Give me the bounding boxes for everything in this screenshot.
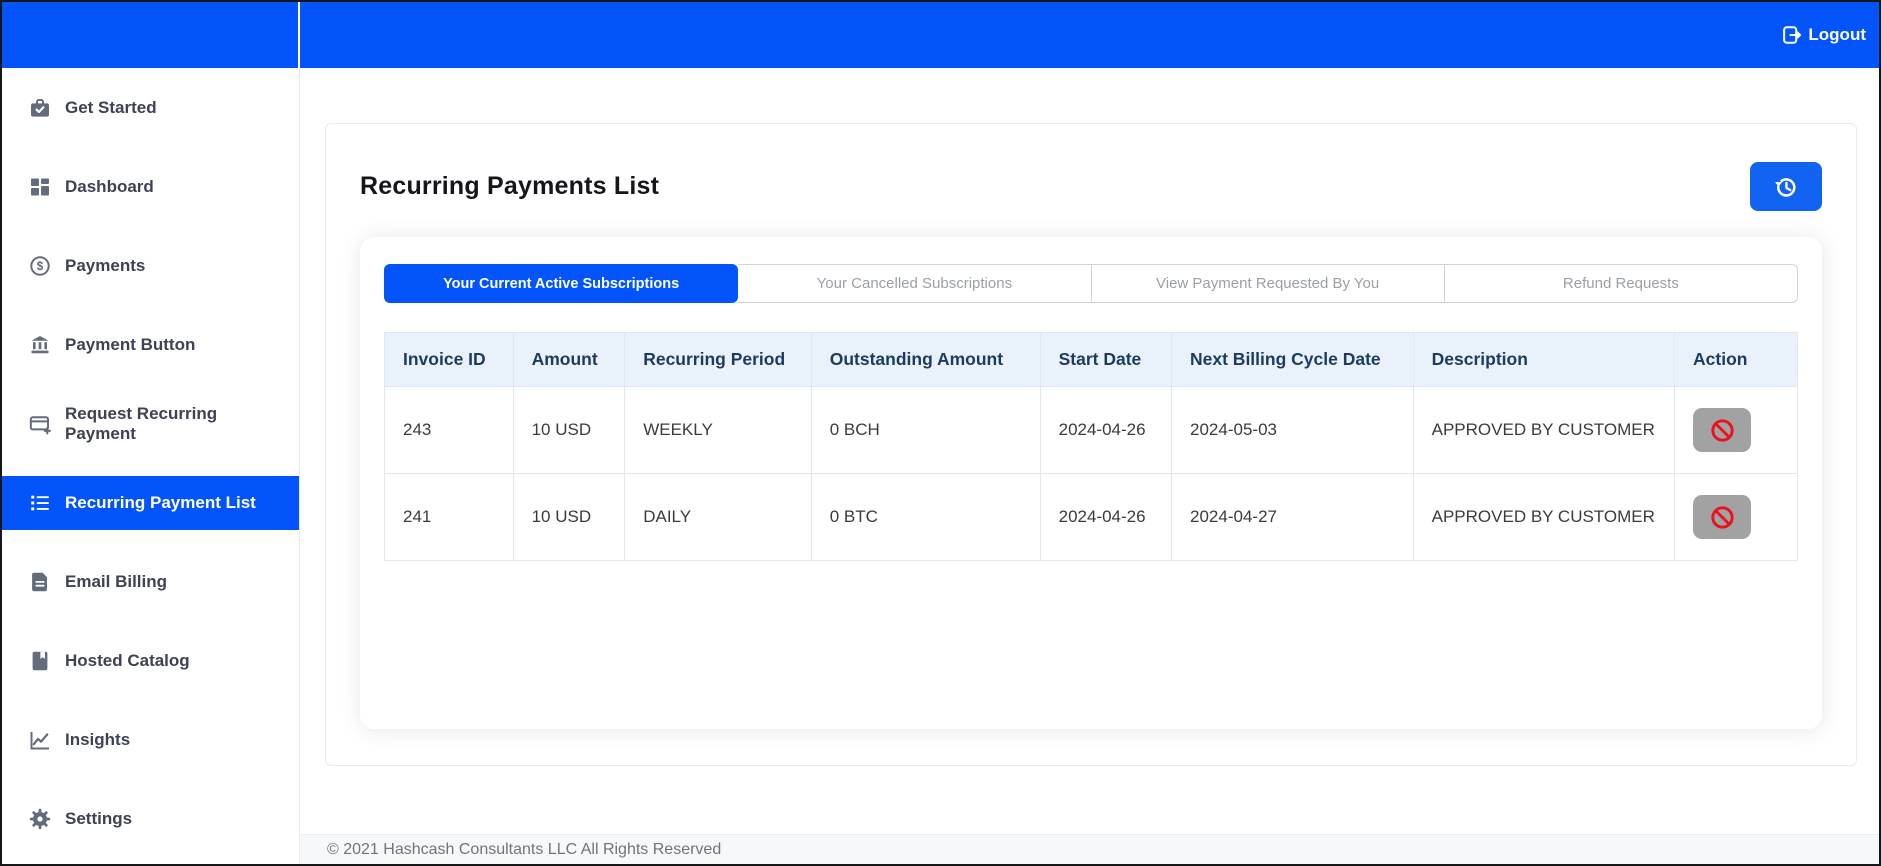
- col-recurring-period: Recurring Period: [624, 332, 812, 387]
- sidebar-item-email-billing[interactable]: Email Billing: [2, 542, 299, 621]
- sidebar-item-label: Hosted Catalog: [65, 650, 190, 670]
- logout-label: Logout: [1808, 25, 1866, 44]
- cell-amount: 10 USD: [512, 473, 626, 561]
- tab-view-payment-requested[interactable]: View Payment Requested By You: [1091, 264, 1445, 303]
- col-description: Description: [1412, 332, 1676, 387]
- sidebar-item-label: Get Started: [65, 97, 157, 117]
- cell-start-date: 2024-04-26: [1039, 473, 1173, 561]
- app-window: Logout Get Started Dashboard $ Payments …: [0, 0, 1881, 866]
- book-icon: [28, 649, 52, 673]
- cell-start-date: 2024-04-26: [1039, 386, 1173, 474]
- table-row: 241 10 USD DAILY 0 BTC 2024-04-26 2024-0…: [384, 473, 1798, 561]
- sidebar-item-settings[interactable]: Settings: [2, 779, 299, 858]
- content-panel: Recurring Payments List Your Current Act…: [325, 123, 1857, 766]
- sidebar-item-label: Payments: [65, 255, 146, 275]
- sidebar-item-recurring-payment-list[interactable]: Recurring Payment List: [2, 463, 299, 542]
- col-amount: Amount: [512, 332, 626, 387]
- sidebar-item-request-recurring-payment[interactable]: Request Recurring Payment: [2, 384, 299, 463]
- cancel-subscription-button[interactable]: [1693, 408, 1752, 452]
- gear-icon: [28, 807, 52, 831]
- sidebar-item-label: Payment Button: [65, 334, 196, 354]
- refresh-button[interactable]: [1750, 162, 1822, 211]
- col-start-date: Start Date: [1039, 332, 1173, 387]
- briefcase-check-icon: [28, 96, 52, 120]
- sidebar-item-label: Settings: [65, 808, 133, 828]
- grid-icon: [28, 175, 52, 199]
- cancel-subscription-button[interactable]: [1693, 495, 1752, 539]
- table-row: 243 10 USD WEEKLY 0 BCH 2024-04-26 2024-…: [384, 386, 1798, 474]
- page-title: Recurring Payments List: [360, 172, 660, 200]
- bullet-list-icon: [28, 491, 52, 515]
- subscription-tabs: Your Current Active Subscriptions Your C…: [384, 264, 1798, 303]
- cell-invoice-id: 241: [384, 473, 514, 561]
- subscriptions-card: Your Current Active Subscriptions Your C…: [360, 237, 1822, 729]
- col-invoice-id: Invoice ID: [384, 332, 514, 387]
- copyright-text: © 2021 Hashcash Consultants LLC All Righ…: [327, 840, 722, 858]
- col-outstanding-amount: Outstanding Amount: [810, 332, 1041, 387]
- sidebar-item-insights[interactable]: Insights: [2, 700, 299, 779]
- cell-description: APPROVED BY CUSTOMER: [1412, 473, 1676, 561]
- sidebar: Get Started Dashboard $ Payments Payment…: [2, 68, 300, 864]
- cell-invoice-id: 243: [384, 386, 514, 474]
- cell-next-billing-cycle-date: 2024-04-27: [1171, 473, 1414, 561]
- history-refresh-icon: [1773, 174, 1799, 200]
- ban-icon: [1709, 417, 1736, 444]
- sidebar-item-payment-button[interactable]: Payment Button: [2, 305, 299, 384]
- dollar-circle-icon: $: [28, 254, 52, 278]
- content-row: Get Started Dashboard $ Payments Payment…: [2, 68, 1879, 864]
- document-icon: [28, 570, 52, 594]
- ban-icon: [1709, 504, 1736, 531]
- cell-amount: 10 USD: [512, 386, 626, 474]
- cell-recurring-period: WEEKLY: [624, 386, 812, 474]
- sidebar-item-label: Email Billing: [65, 571, 168, 591]
- topbar-right: Logout: [300, 2, 1879, 68]
- sidebar-item-dashboard[interactable]: Dashboard: [2, 147, 299, 226]
- sidebar-item-label: Recurring Payment List: [65, 492, 256, 512]
- tab-cancelled-subscriptions[interactable]: Your Cancelled Subscriptions: [738, 264, 1092, 303]
- cell-recurring-period: DAILY: [624, 473, 812, 561]
- tab-current-active-subscriptions[interactable]: Your Current Active Subscriptions: [384, 264, 739, 303]
- panel-header: Recurring Payments List: [360, 162, 1822, 211]
- svg-text:$: $: [37, 259, 44, 273]
- main-area: Recurring Payments List Your Current Act…: [300, 68, 1879, 864]
- sidebar-item-get-started[interactable]: Get Started: [2, 68, 299, 147]
- topbar: Logout: [2, 2, 1879, 68]
- cell-outstanding-amount: 0 BCH: [810, 386, 1041, 474]
- sidebar-item-label: Dashboard: [65, 176, 154, 196]
- bank-icon: [28, 333, 52, 357]
- line-chart-icon: [28, 728, 52, 752]
- table-header-row: Invoice ID Amount Recurring Period Outst…: [384, 332, 1798, 387]
- card-plus-icon: [28, 412, 52, 436]
- col-action: Action: [1674, 332, 1798, 387]
- cell-action: [1674, 473, 1798, 561]
- cell-outstanding-amount: 0 BTC: [810, 473, 1041, 561]
- cell-action: [1674, 386, 1798, 474]
- logout-icon: [1781, 24, 1803, 46]
- tab-refund-requests[interactable]: Refund Requests: [1444, 264, 1798, 303]
- sidebar-item-payments[interactable]: $ Payments: [2, 226, 299, 305]
- subscriptions-table: Invoice ID Amount Recurring Period Outst…: [384, 332, 1798, 561]
- logout-button[interactable]: Logout: [1781, 24, 1866, 46]
- logo-area: [2, 2, 300, 68]
- cell-description: APPROVED BY CUSTOMER: [1412, 386, 1676, 474]
- sidebar-item-label: Request Recurring Payment: [65, 403, 218, 443]
- footer: © 2021 Hashcash Consultants LLC All Righ…: [300, 834, 1879, 864]
- col-next-billing-cycle-date: Next Billing Cycle Date: [1171, 332, 1414, 387]
- sidebar-item-label: Insights: [65, 729, 131, 749]
- cell-next-billing-cycle-date: 2024-05-03: [1171, 386, 1414, 474]
- sidebar-item-hosted-catalog[interactable]: Hosted Catalog: [2, 621, 299, 700]
